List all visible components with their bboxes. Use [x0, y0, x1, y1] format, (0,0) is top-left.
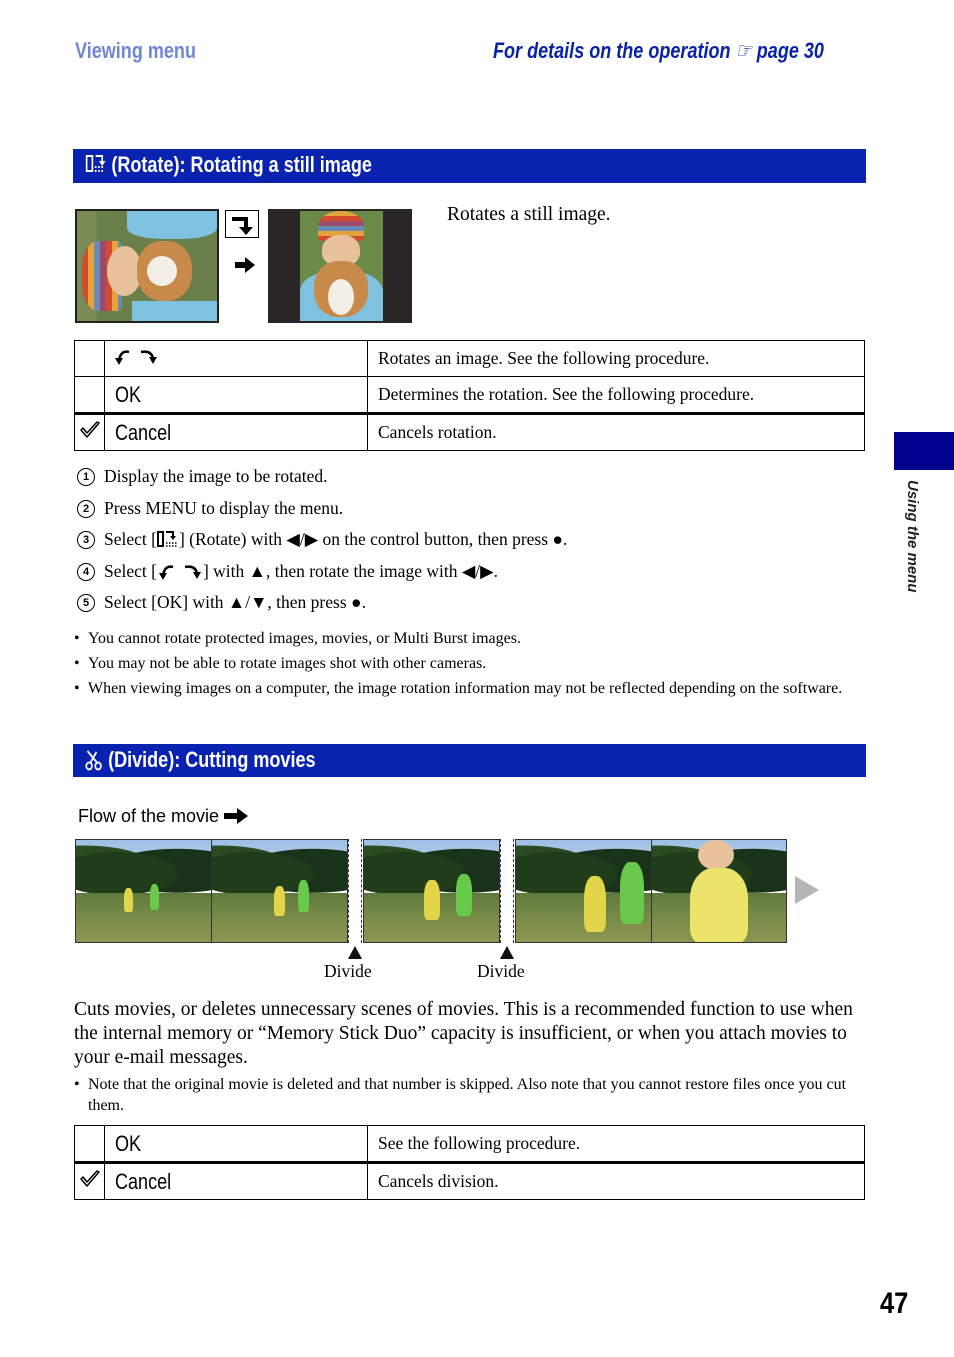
rotate-clockwise-icon [225, 210, 259, 238]
divide-label: Divide [324, 961, 372, 981]
step-2: 2 Press MENU to display the menu. [77, 498, 343, 519]
photo-after-rotation [268, 209, 412, 323]
divide-description: Cuts movies, or deletes unnecessary scen… [74, 999, 853, 1068]
option-label: Cancel [115, 419, 172, 445]
note-item: • You cannot rotate protected images, mov… [74, 630, 521, 647]
movie-frame [363, 839, 500, 943]
arrow-right-icon [235, 257, 255, 278]
rotate-intro-text: Rotates a still image. [447, 204, 611, 225]
step-number: 3 [77, 531, 95, 549]
page-number: 47 [880, 1287, 909, 1320]
rotate-both-icon [158, 565, 201, 580]
note-item: • You may not be able to rotate images sh… [74, 655, 487, 672]
pointing-hand-icon: ☞ [735, 38, 752, 63]
step-4: 4 Select [ ] with ▲, then rotate the imag… [77, 561, 498, 582]
step-3: 3 Select [ ] (Rotate) with ◀/▶ on the con… [77, 529, 567, 550]
details-reference[interactable]: For details on the operation ☞ page 30 [493, 38, 897, 64]
note-item: • When viewing images on a computer, the … [74, 680, 843, 697]
step-number: 4 [77, 563, 95, 581]
option-label: Cancel [115, 1168, 172, 1194]
divide-options-table: OK See the following procedure. Cancel C… [74, 1125, 865, 1200]
step-number: 5 [77, 594, 95, 612]
photo-before-rotation [75, 209, 219, 323]
section-header-text: Viewing menu [75, 38, 196, 63]
note-item: • Note that the original movie is deleted… [74, 1076, 847, 1114]
rotate-section-title: (Rotate): Rotating a still image [111, 152, 372, 177]
section-header: Viewing menu [75, 38, 223, 64]
step-5: 5 Select [OK] with ▲/▼, then press ●. [77, 592, 366, 613]
table-row[interactable]: Cancel Cancels division. [74, 1161, 865, 1200]
option-description: See the following procedure. [367, 1125, 865, 1163]
side-tab-marker [894, 432, 954, 470]
divide-section-bar: (Divide): Cutting movies [73, 744, 866, 777]
divide-gap [348, 839, 362, 943]
checkmark-icon [79, 421, 100, 438]
option-description: Determines the rotation. See the followi… [367, 376, 865, 414]
movie-frame [75, 839, 212, 943]
rotate-icon [85, 155, 106, 172]
rotate-both-icon [115, 350, 157, 365]
details-prefix: For details on the operation [493, 38, 731, 63]
movie-frame [515, 839, 652, 943]
scissors-icon [85, 750, 102, 771]
arrow-right-icon [224, 808, 249, 824]
step-number: 2 [77, 500, 95, 518]
divide-marker-icon [500, 946, 514, 959]
rotate-icon [156, 531, 178, 547]
table-row[interactable]: OK Determines the rotation. See the foll… [74, 376, 865, 414]
table-row[interactable]: Rotates an image. See the following proc… [74, 340, 865, 377]
table-row[interactable]: Cancel Cancels rotation. [74, 412, 865, 451]
flow-label: Flow of the movie [78, 806, 249, 827]
rotate-options-table: Rotates an image. See the following proc… [74, 340, 865, 451]
play-next-icon [795, 876, 819, 904]
option-description: Cancels division. [367, 1161, 865, 1200]
details-page-link[interactable]: page 30 [757, 38, 824, 63]
rotate-section-bar: (Rotate): Rotating a still image [73, 149, 866, 183]
movie-frame [211, 839, 348, 943]
side-tab-label: Using the menu [904, 480, 921, 593]
divide-marker-icon [348, 946, 362, 959]
option-description: Rotates an image. See the following proc… [367, 340, 865, 377]
option-description: Cancels rotation. [367, 412, 865, 451]
table-row[interactable]: OK See the following procedure. [74, 1125, 865, 1163]
option-label: OK [115, 1130, 142, 1156]
divide-label: Divide [477, 961, 525, 981]
step-1: 1 Display the image to be rotated. [77, 466, 328, 487]
divide-gap [500, 839, 514, 943]
checkmark-icon [79, 1170, 100, 1187]
step-number: 1 [77, 468, 95, 486]
movie-frame [651, 839, 787, 943]
option-label: OK [115, 381, 142, 407]
divide-section-title: (Divide): Cutting movies [108, 747, 316, 772]
